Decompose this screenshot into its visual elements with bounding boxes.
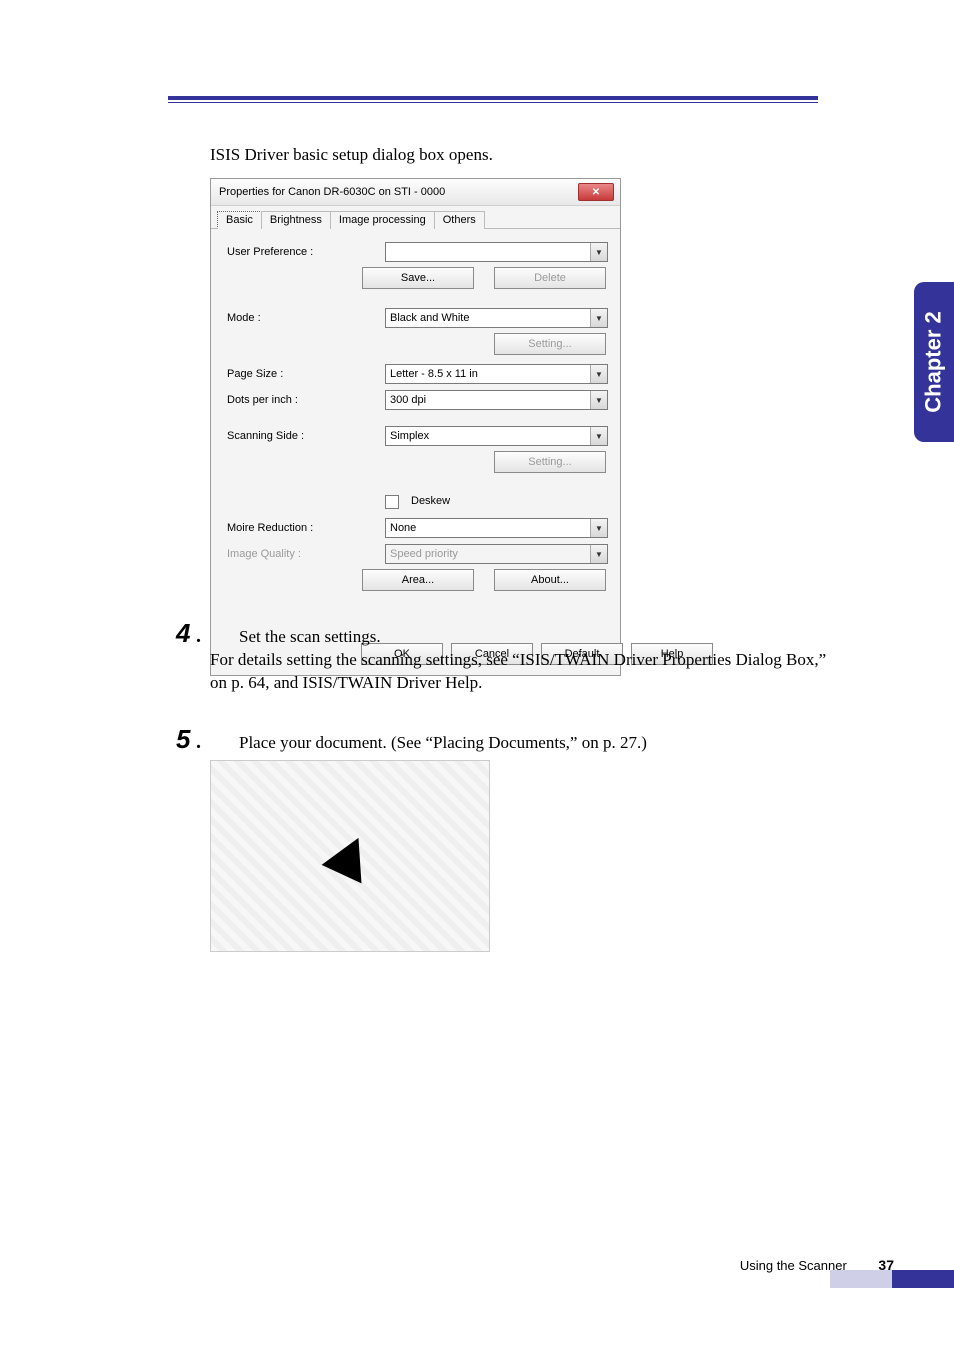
- tab-image-processing[interactable]: Image processing: [330, 211, 435, 229]
- mode-combo[interactable]: Black and White ▼: [385, 308, 608, 328]
- chevron-down-icon: ▼: [590, 519, 607, 537]
- header-rule-thick: [168, 96, 818, 100]
- step-5-line1: Place your document. (See “Placing Docum…: [239, 733, 647, 752]
- scanner-illustration: [210, 760, 490, 952]
- dialog-title: Properties for Canon DR-6030C on STI - 0…: [219, 186, 445, 198]
- step-4-number: 4: [176, 618, 196, 649]
- footer-bar: [892, 1270, 954, 1288]
- label-user-preference: User Preference :: [227, 246, 385, 258]
- chevron-down-icon: ▼: [590, 391, 607, 409]
- label-deskew: Deskew: [411, 495, 450, 509]
- label-image-quality: Image Quality :: [227, 548, 385, 560]
- label-mode: Mode :: [227, 312, 385, 324]
- scanning-side-value: Simplex: [390, 430, 429, 442]
- about-button[interactable]: About...: [494, 569, 606, 591]
- delete-button[interactable]: Delete: [494, 267, 606, 289]
- dpi-combo[interactable]: 300 dpi ▼: [385, 390, 608, 410]
- chapter-label: Chapter 2: [921, 311, 947, 412]
- dialog-tabs: Basic Brightness Image processing Others: [211, 206, 620, 229]
- step-5: 5. Place your document. (See “Placing Do…: [176, 724, 831, 755]
- label-scanning-side: Scanning Side :: [227, 430, 385, 442]
- page-size-value: Letter - 8.5 x 11 in: [390, 368, 478, 380]
- chevron-down-icon: ▼: [590, 427, 607, 445]
- chevron-down-icon: ▼: [590, 309, 607, 327]
- tab-others[interactable]: Others: [434, 211, 485, 229]
- dpi-value: 300 dpi: [390, 394, 426, 406]
- header-rule-thin: [168, 102, 818, 103]
- chevron-down-icon: ▼: [590, 365, 607, 383]
- mode-value: Black and White: [390, 312, 469, 324]
- dialog-titlebar: Properties for Canon DR-6030C on STI - 0…: [211, 179, 620, 206]
- insert-arrow-icon: [322, 829, 379, 884]
- save-button[interactable]: Save...: [362, 267, 474, 289]
- scanning-side-setting-button[interactable]: Setting...: [494, 451, 606, 473]
- area-button[interactable]: Area...: [362, 569, 474, 591]
- page-size-combo[interactable]: Letter - 8.5 x 11 in ▼: [385, 364, 608, 384]
- mode-setting-button[interactable]: Setting...: [494, 333, 606, 355]
- deskew-checkbox[interactable]: [385, 495, 399, 509]
- step-5-number: 5: [176, 724, 196, 755]
- moire-value: None: [390, 522, 416, 534]
- step-4-line2: For details setting the scanning setting…: [210, 649, 831, 695]
- chevron-down-icon: ▼: [590, 243, 607, 261]
- chevron-down-icon: ▼: [590, 545, 607, 563]
- user-preference-combo[interactable]: ▼: [385, 242, 608, 262]
- footer-section: Using the Scanner: [740, 1258, 847, 1273]
- intro-text: ISIS Driver basic setup dialog box opens…: [210, 145, 493, 165]
- step-4: 4. Set the scan settings. For details se…: [176, 618, 831, 695]
- image-quality-value: Speed priority: [390, 548, 458, 560]
- close-button[interactable]: ✕: [578, 183, 614, 201]
- step-4-line1: Set the scan settings.: [239, 627, 381, 646]
- page-footer: Using the Scanner 37: [168, 1257, 894, 1273]
- tab-brightness[interactable]: Brightness: [261, 211, 331, 229]
- moire-combo[interactable]: None ▼: [385, 518, 608, 538]
- chapter-side-tab: Chapter 2: [914, 282, 954, 442]
- scanning-side-combo[interactable]: Simplex ▼: [385, 426, 608, 446]
- label-dpi: Dots per inch :: [227, 394, 385, 406]
- label-page-size: Page Size :: [227, 368, 385, 380]
- dialog-form: User Preference : ▼ Save... Delete Mode …: [211, 229, 620, 635]
- isis-properties-dialog: Properties for Canon DR-6030C on STI - 0…: [210, 178, 621, 676]
- tab-basic[interactable]: Basic: [217, 211, 262, 229]
- label-moire: Moire Reduction :: [227, 522, 385, 534]
- image-quality-combo: Speed priority ▼: [385, 544, 608, 564]
